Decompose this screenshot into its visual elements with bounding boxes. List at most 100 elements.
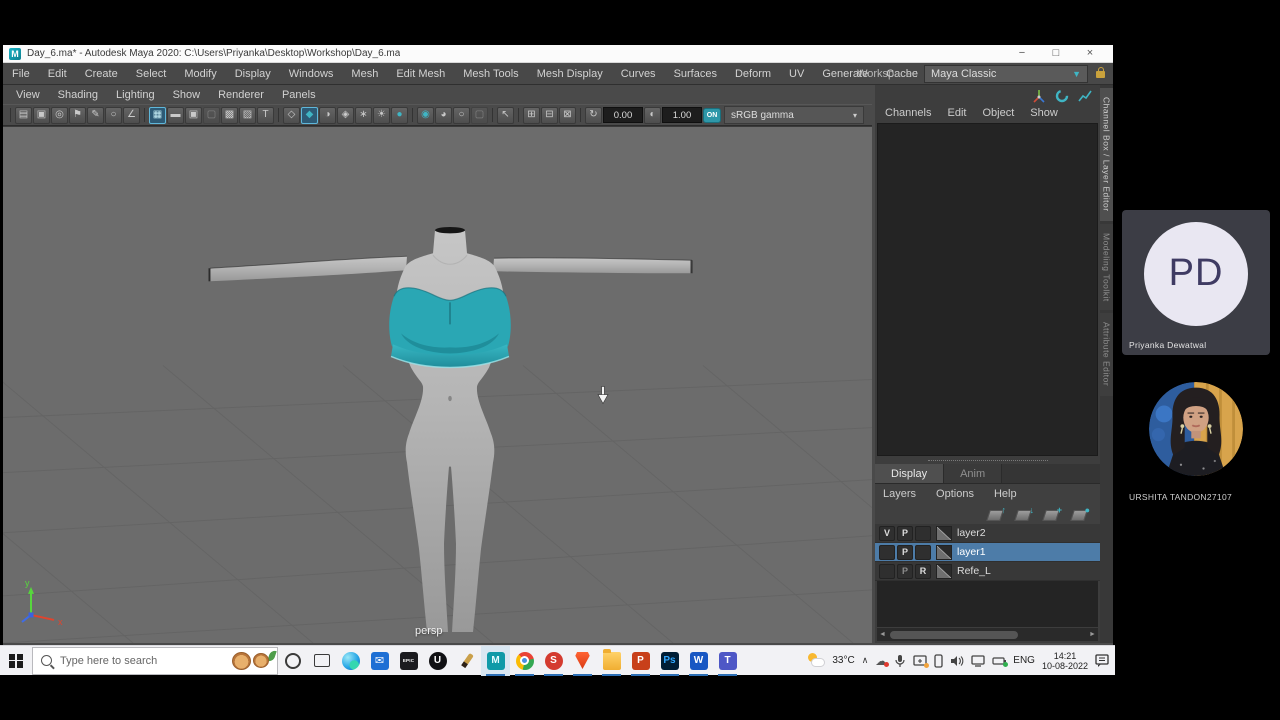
side-tab-channel-box[interactable]: Channel Box / Layer Editor (1100, 88, 1113, 221)
panel-menu-view[interactable]: View (7, 89, 49, 101)
gamma-icon[interactable]: ◐ (644, 107, 661, 124)
taskbar-unreal-icon[interactable]: U (423, 646, 452, 676)
layer-name[interactable]: Refe_L (957, 565, 991, 577)
menu-mesh-display[interactable]: Mesh Display (528, 68, 612, 80)
film-gate-icon[interactable]: ▬ (167, 107, 184, 124)
start-button[interactable] (0, 646, 32, 676)
minimize-button[interactable]: − (1005, 45, 1039, 62)
layer-name[interactable]: layer1 (957, 546, 986, 558)
layer-menu-help[interactable]: Help (994, 488, 1017, 500)
occlusion-icon[interactable]: ◉ (417, 107, 434, 124)
side-tab-modeling-toolkit[interactable]: Modeling Toolkit (1100, 224, 1113, 311)
isolate-add-icon[interactable]: ⊟ (541, 107, 558, 124)
layer-menu-options[interactable]: Options (936, 488, 974, 500)
panel-menu-renderer[interactable]: Renderer (209, 89, 273, 101)
panel-menu-panels[interactable]: Panels (273, 89, 325, 101)
move-layer-down-icon[interactable]: ↓ (1015, 508, 1032, 521)
material-mode-icon[interactable]: ◈ (337, 107, 354, 124)
taskbar-pencil-app-icon[interactable] (452, 646, 481, 676)
move-layer-up-icon[interactable]: ↑ (987, 508, 1004, 521)
wireframe-mode-icon[interactable]: ◇ (283, 107, 300, 124)
onedrive-icon[interactable]: ☁ (875, 656, 887, 666)
layer-display-type-toggle[interactable] (915, 526, 931, 541)
taskbar-photoshop-icon[interactable]: Ps (655, 646, 684, 676)
taskbar-taskview-icon[interactable] (307, 646, 336, 676)
new-layer-icon[interactable]: ● (1071, 508, 1088, 521)
titlebar[interactable]: M Day_6.ma* - Autodesk Maya 2020: C:\Use… (3, 45, 1113, 63)
lights-icon[interactable]: ☀ (373, 107, 390, 124)
channel-menu-edit[interactable]: Edit (947, 107, 966, 119)
language-indicator[interactable]: ENG (1013, 655, 1035, 666)
panel-menu-show[interactable]: Show (164, 89, 210, 101)
hud-text-icon[interactable]: T (257, 107, 274, 124)
layer-display-type-toggle[interactable] (915, 545, 931, 560)
taskbar-chrome-icon[interactable] (510, 646, 539, 676)
taskbar-search-input[interactable]: Type here to search (32, 647, 278, 675)
microphone-icon[interactable] (894, 654, 906, 668)
screenshare-icon[interactable] (913, 655, 927, 667)
tray-expand-icon[interactable]: ∧ (862, 655, 869, 666)
layer-visibility-toggle[interactable] (879, 545, 895, 560)
taskbar-clock[interactable]: 14:21 10-08-2022 (1042, 651, 1088, 671)
menu-select[interactable]: Select (127, 68, 176, 80)
panel-splitter[interactable] (875, 457, 1100, 464)
menu-edit[interactable]: Edit (39, 68, 76, 80)
measure-tool-icon[interactable]: ∠ (123, 107, 140, 124)
gate-mask-icon[interactable]: ▢ (203, 107, 220, 124)
camera-icon[interactable]: ▤ (15, 107, 32, 124)
participant-tile-priyanka[interactable]: PD Priyanka Dewatwal (1122, 210, 1270, 355)
field-chart-icon[interactable]: ▩ (221, 107, 238, 124)
grid-toggle-icon[interactable]: ▦ (149, 107, 166, 124)
motion-blur-icon[interactable]: ◕ (435, 107, 452, 124)
layer-visibility-toggle[interactable]: V (879, 526, 895, 541)
speed-dial-icon[interactable] (1055, 89, 1069, 103)
menu-create[interactable]: Create (76, 68, 127, 80)
menu-curves[interactable]: Curves (612, 68, 665, 80)
layer-menu-layers[interactable]: Layers (883, 488, 916, 500)
anti-alias-icon[interactable]: ○ (453, 107, 470, 124)
shadows-icon[interactable]: ● (391, 107, 408, 124)
your-phone-icon[interactable] (934, 654, 943, 668)
scrollbar-thumb[interactable] (890, 631, 1018, 639)
graph-editor-icon[interactable] (1078, 89, 1092, 103)
lock-icon[interactable] (1096, 71, 1105, 78)
layer-row-selected[interactable]: P layer1 (875, 543, 1100, 562)
close-button[interactable]: × (1073, 45, 1107, 62)
layer-color-swatch[interactable] (936, 564, 952, 579)
taskbar-epic-games-icon[interactable]: EPIC (394, 646, 423, 676)
resolution-gate-icon[interactable]: ▣ (185, 107, 202, 124)
taskbar-word-icon[interactable]: W (684, 646, 713, 676)
action-center-icon[interactable] (1095, 654, 1109, 667)
temperature-label[interactable]: 33°C (832, 655, 854, 666)
3d-viewport[interactable]: y x persp (3, 126, 872, 643)
layer-name[interactable]: layer2 (957, 527, 986, 539)
layer-playback-toggle[interactable]: P (897, 545, 913, 560)
layer-color-swatch[interactable] (936, 545, 952, 560)
menu-display[interactable]: Display (226, 68, 280, 80)
layer-display-type-toggle[interactable]: R (915, 564, 931, 579)
layer-visibility-toggle[interactable] (879, 564, 895, 579)
restore-button[interactable]: □ (1039, 45, 1073, 62)
isolate-remove-icon[interactable]: ⊠ (559, 107, 576, 124)
menu-file[interactable]: File (3, 68, 39, 80)
exposure-icon[interactable]: ↻ (585, 107, 602, 124)
participant-tile-urshita[interactable]: URSHITA TANDON27107 (1122, 362, 1270, 507)
camera-settings-icon[interactable]: ◎ (51, 107, 68, 124)
camera-attributes-icon[interactable]: ▣ (33, 107, 50, 124)
panel-menu-lighting[interactable]: Lighting (107, 89, 164, 101)
menu-mesh[interactable]: Mesh (342, 68, 387, 80)
layer-row[interactable]: V P layer2 (875, 524, 1100, 543)
taskbar-explorer-icon[interactable] (597, 646, 626, 676)
network-icon[interactable] (971, 655, 985, 667)
weather-icon[interactable] (807, 653, 825, 668)
menu-deform[interactable]: Deform (726, 68, 780, 80)
taskbar-brave-icon[interactable] (568, 646, 597, 676)
panel-menu-shading[interactable]: Shading (49, 89, 107, 101)
taskbar-sketchbook-icon[interactable]: S (539, 646, 568, 676)
wireframe-on-shaded-icon[interactable]: ∗ (355, 107, 372, 124)
taskbar-edge-icon[interactable] (336, 646, 365, 676)
channel-menu-channels[interactable]: Channels (885, 107, 931, 119)
layer-playback-toggle[interactable]: P (897, 526, 913, 541)
xyz-axis-icon[interactable] (1032, 89, 1046, 103)
select-cursor-icon[interactable]: ↖ (497, 107, 514, 124)
